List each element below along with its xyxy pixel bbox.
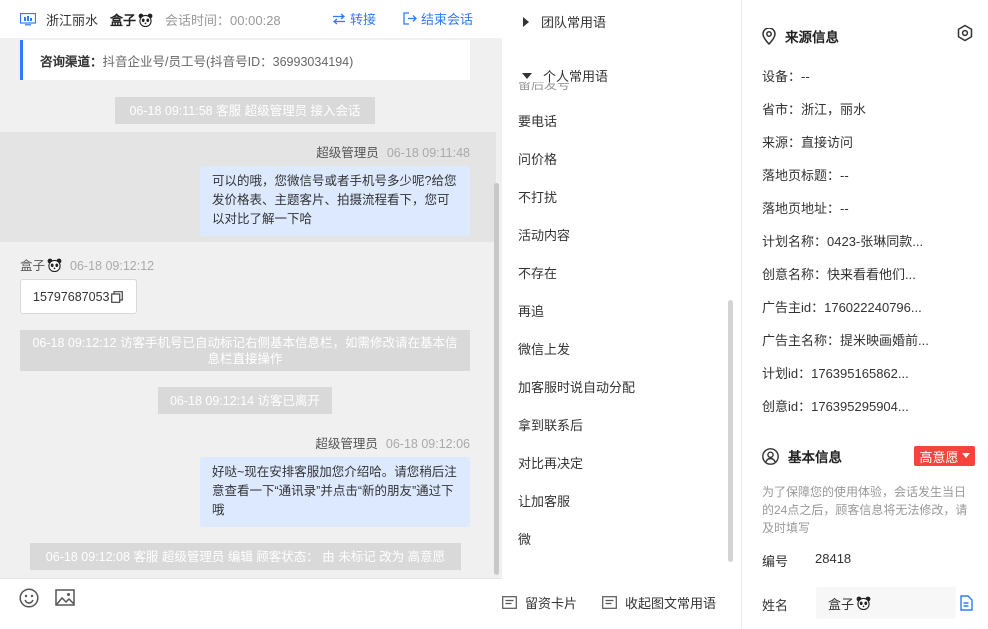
message-meta: 超级管理员 06-18 09:11:48 [316, 146, 470, 160]
copy-name-icon[interactable] [959, 595, 973, 611]
session-timer: 会话时间：00:00:28 [165, 12, 281, 28]
source-field-creative-name: 创意名称：快来看看他们... [762, 267, 916, 282]
phrase-item[interactable]: 不存在 [518, 263, 557, 282]
phrase-item[interactable]: 再追 [518, 301, 544, 320]
phrase-item[interactable]: 留后发号 [518, 82, 570, 93]
phrase-item[interactable]: 不打扰 [518, 187, 557, 206]
phrase-item[interactable]: 问价格 [518, 149, 557, 168]
name-field[interactable]: 盒子 [816, 587, 956, 619]
edit-notice: 为了保障您的使用体验，会话发生当日的24点之后，顾客信息将无法修改，请及时填写 [762, 485, 968, 535]
phrase-group-team[interactable]: 团队常用语 [522, 12, 606, 31]
transfer-button[interactable]: 转接 [332, 9, 376, 28]
system-message: 06-18 09:12:12 访客手机号已自动标记右侧基本信息栏，如需修改请在基… [20, 330, 470, 371]
name-label: 姓名 [762, 598, 789, 613]
chat-message-area[interactable]: 咨询渠道： 抖音企业号/员工号(抖音号ID：36993034194) 06-18 … [0, 38, 502, 578]
phrase-item[interactable]: 让加客服 [518, 491, 570, 510]
caret-right-icon [523, 16, 529, 27]
source-field-landing-title: 落地页标题：-- [762, 168, 849, 183]
monitor-icon [20, 12, 36, 25]
panda-emoji-icon [138, 13, 153, 27]
transfer-icon [332, 13, 346, 24]
source-field-plan-name: 计划名称：0423-张琳同款... [762, 234, 924, 249]
source-field-city: 省市：浙江，丽水 [762, 102, 867, 117]
end-session-button[interactable]: 结束会话 [403, 9, 473, 28]
phrase-item[interactable]: 微信上发 [518, 339, 570, 358]
source-field-creative-id: 创意id：176395295904... [762, 399, 909, 414]
card-icon [602, 596, 617, 609]
message-meta: 超级管理员 06-18 09:12:06 [315, 437, 470, 451]
system-message: 06-18 09:12:08 客服 超级管理员 编辑 顾客状态： 由 未标记 改… [30, 543, 461, 570]
source-info-title: 来源信息 [762, 26, 839, 46]
chat-scrollbar[interactable] [494, 183, 499, 575]
source-field-device: 设备：-- [762, 69, 810, 84]
exit-icon [403, 12, 417, 25]
id-value: 28418 [815, 551, 852, 566]
source-field-advertiser-name: 广告主名称：提米映画婚前... [762, 333, 929, 348]
source-field-plan-id: 计划id：176395165862... [762, 366, 909, 381]
visitor-message-bubble: 15797687053 [20, 279, 137, 314]
phrase-item[interactable]: 对比再决定 [518, 453, 583, 472]
agent-message-bubble: 好哒~现在安排客服加您介绍哈。请您稍后注意查看一下“通讯录”并点击“新的朋友”通… [200, 457, 470, 527]
system-message: 06-18 09:11:58 客服 超级管理员 接入会话 [115, 97, 375, 124]
chat-panel: 浙江丽水 盒子 会话时间：00:00:28 转接 结束会话 咨询渠道： 抖音企业号… [0, 0, 502, 629]
customer-info-panel: 来源信息 设备：-- 省市：浙江，丽水 来源：直接访问 落地页标题：-- 落地页… [742, 0, 988, 629]
intent-status-dropdown[interactable]: 高意愿 [914, 446, 975, 466]
source-field-origin: 来源：直接访问 [762, 135, 854, 150]
lead-card-button[interactable]: 留资卡片 [502, 593, 577, 612]
caret-down-icon [961, 453, 970, 458]
phrase-scrollbar[interactable] [728, 300, 733, 562]
id-label: 编号 [762, 554, 789, 569]
phrase-item[interactable]: 要电话 [518, 111, 557, 130]
visitor-region: 浙江丽水 [46, 12, 99, 28]
caret-down-icon [522, 72, 532, 79]
panda-emoji-icon [47, 258, 62, 272]
source-field-landing-url: 落地页地址：-- [762, 201, 849, 216]
channel-info-card: 咨询渠道： 抖音企业号/员工号(抖音号ID：36993034194) [20, 40, 470, 80]
settings-icon[interactable] [956, 24, 974, 42]
phrase-footer: 留资卡片 收起图文常用语 [502, 578, 741, 629]
card-icon [502, 596, 517, 609]
phrase-item[interactable]: 微 [518, 529, 531, 548]
location-pin-icon [762, 27, 776, 45]
phrases-panel: 团队常用语 个人常用语 留后发号 要电话 问价格 不打扰 活动内容 不存在 再追… [502, 0, 742, 629]
copy-icon[interactable] [111, 290, 124, 303]
phrase-item[interactable]: 活动内容 [518, 225, 570, 244]
phrase-list: 留后发号 要电话 问价格 不打扰 活动内容 不存在 再追 微信上发 加客服时说自… [502, 82, 734, 558]
emoji-icon[interactable] [19, 588, 39, 608]
user-icon [762, 447, 779, 465]
system-message: 06-18 09:12:14 访客已离开 [158, 387, 332, 414]
collapse-phrases-button[interactable]: 收起图文常用语 [602, 593, 716, 612]
message-meta: 盒子 06-18 09:12:12 [20, 258, 155, 273]
chat-input-toolbar [0, 578, 502, 629]
panda-emoji-icon [856, 596, 871, 610]
source-field-advertiser-id: 广告主id：176022240796... [762, 300, 922, 315]
phrase-item[interactable]: 加客服时说自动分配 [518, 377, 635, 396]
agent-message-bubble: 可以的哦，您微信号或者手机号多少呢?给您发价格表、主题客片、拍摄流程看下，您可以… [200, 166, 470, 236]
visitor-name: 盒子 [110, 10, 153, 29]
phrase-item[interactable]: 拿到联系后 [518, 415, 583, 434]
image-icon[interactable] [55, 589, 75, 606]
basic-info-title: 基本信息 [762, 446, 842, 466]
